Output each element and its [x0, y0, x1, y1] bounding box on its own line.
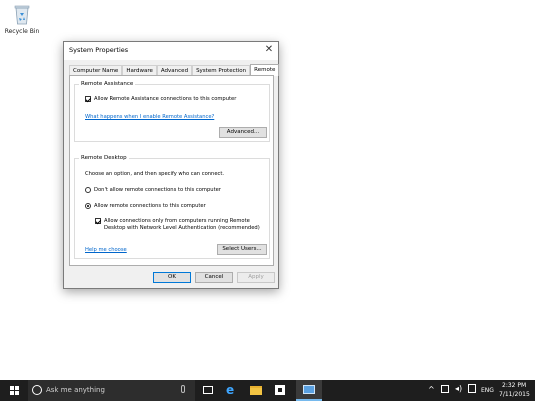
nla-label-line1[interactable]: Allow connections only from computers ru… — [104, 218, 250, 224]
remote-assistance-title: Remote Assistance — [79, 81, 136, 87]
clock-date[interactable]: 7/11/2015 — [499, 391, 530, 398]
recycle-bin-label: Recycle Bin — [4, 28, 40, 35]
remote-desktop-title: Remote Desktop — [79, 155, 129, 161]
remote-assistance-group: Remote Assistance Allow Remote Assistanc… — [74, 81, 270, 142]
dialog-title: System Properties — [69, 46, 129, 54]
remote-desktop-instruction: Choose an option, and then specify who c… — [85, 171, 225, 177]
nla-checkbox[interactable] — [95, 218, 101, 224]
recycle-bin-icon — [13, 3, 31, 25]
microphone-icon[interactable] — [181, 385, 185, 393]
notification-icon[interactable] — [468, 384, 476, 393]
remote-assistance-help-link[interactable]: What happens when I enable Remote Assist… — [85, 114, 214, 120]
tab-system-protection[interactable]: System Protection — [192, 65, 251, 75]
dont-allow-label[interactable]: Don't allow remote connections to this c… — [94, 187, 221, 193]
file-explorer-icon[interactable] — [244, 380, 268, 401]
search-placeholder: Ask me anything — [46, 386, 105, 394]
edge-icon[interactable]: e — [220, 380, 244, 401]
search-circle-icon — [32, 385, 42, 395]
close-icon[interactable]: ✕ — [264, 43, 274, 57]
recycle-bin-desktop-icon[interactable]: Recycle Bin — [4, 3, 40, 35]
nla-label-line2[interactable]: Desktop with Network Level Authenticatio… — [104, 225, 260, 231]
taskbar: Ask me anything e ^ ◂) ENG 2:32 PM 7/11/… — [0, 380, 535, 401]
allow-remote-label[interactable]: Allow remote connections to this compute… — [94, 203, 206, 209]
remote-desktop-group: Remote Desktop Choose an option, and the… — [74, 155, 270, 259]
tab-strip: Computer Name Hardware Advanced System P… — [69, 64, 280, 76]
tab-computer-name[interactable]: Computer Name — [69, 65, 123, 75]
title-bar[interactable]: System Properties ✕ — [64, 42, 278, 60]
allow-remote-radio[interactable] — [85, 203, 91, 209]
remote-tab-panel: Remote Assistance Allow Remote Assistanc… — [69, 75, 274, 266]
network-icon[interactable] — [441, 385, 449, 393]
allow-remote-assistance-label[interactable]: Allow Remote Assistance connections to t… — [94, 96, 236, 102]
clock-time[interactable]: 2:32 PM — [502, 382, 526, 389]
select-users-button[interactable]: Select Users... — [217, 244, 267, 255]
volume-icon[interactable]: ◂) — [455, 384, 462, 393]
cancel-button[interactable]: Cancel — [195, 272, 233, 283]
apply-button[interactable]: Apply — [237, 272, 275, 283]
language-indicator[interactable]: ENG — [481, 387, 494, 394]
store-icon[interactable] — [268, 380, 292, 401]
chevron-up-icon[interactable]: ^ — [428, 385, 435, 394]
dont-allow-radio[interactable] — [85, 187, 91, 193]
system-properties-dialog: System Properties ✕ Computer Name Hardwa… — [63, 41, 280, 289]
advanced-button[interactable]: Advanced... — [219, 127, 267, 138]
search-box[interactable]: Ask me anything — [28, 380, 195, 401]
tab-hardware[interactable]: Hardware — [122, 65, 157, 75]
system-properties-icon[interactable] — [296, 380, 322, 401]
windows-start-icon[interactable] — [10, 386, 19, 395]
task-view-icon[interactable] — [196, 380, 220, 401]
help-me-choose-link[interactable]: Help me choose — [85, 247, 127, 253]
ok-button[interactable]: OK — [153, 272, 191, 283]
allow-remote-assistance-checkbox[interactable] — [85, 96, 91, 102]
tab-advanced[interactable]: Advanced — [156, 65, 193, 75]
